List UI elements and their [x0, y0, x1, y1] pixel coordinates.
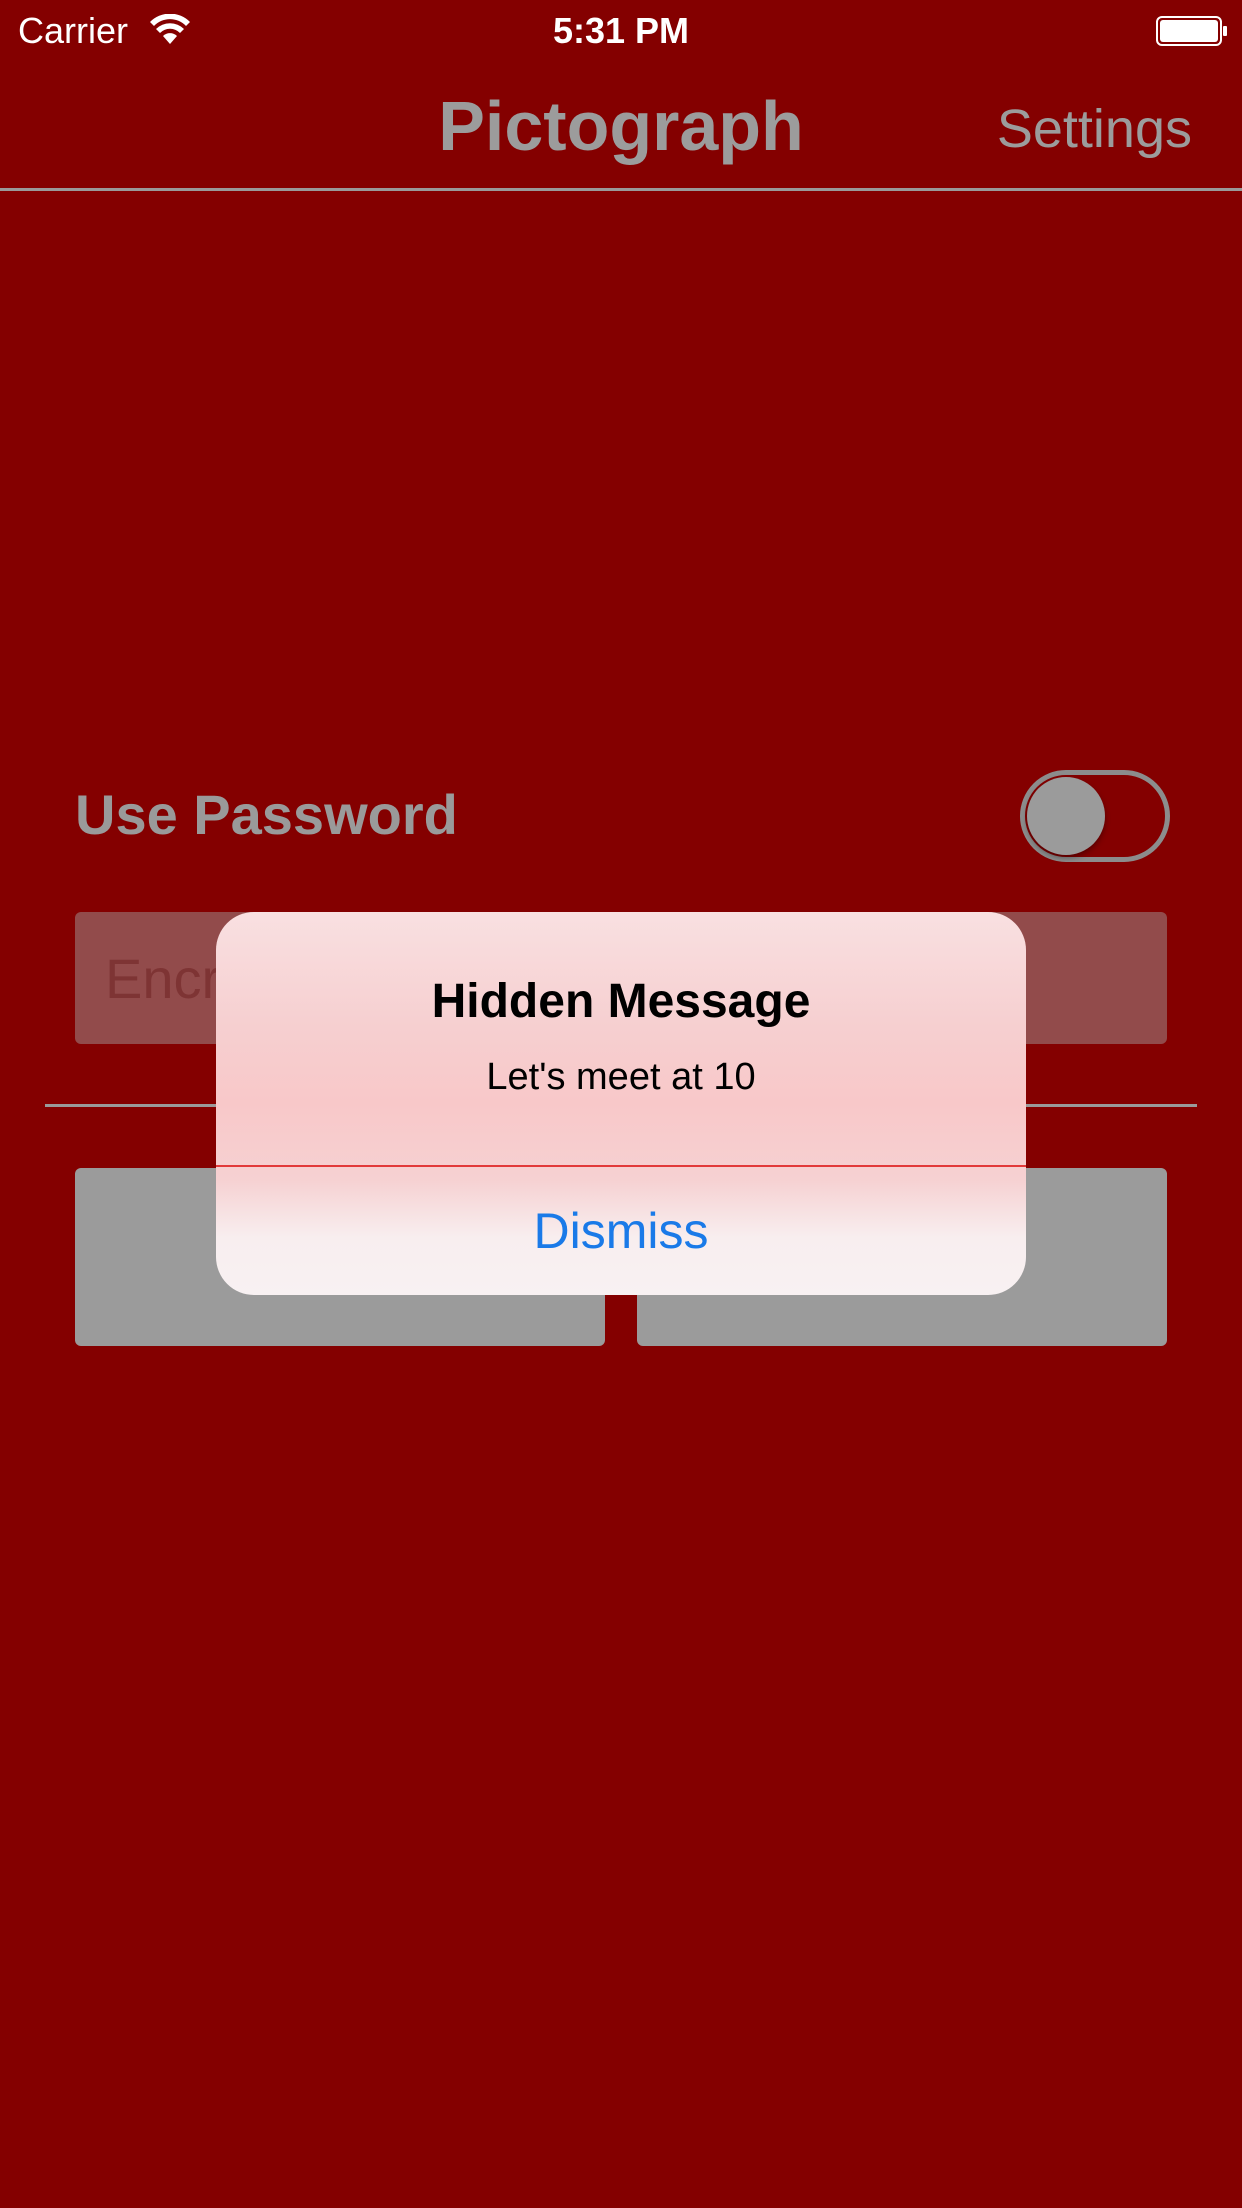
settings-button[interactable]: Settings [997, 98, 1192, 160]
use-password-label: Use Password [75, 783, 458, 846]
status-bar: Carrier 5:31 PM [0, 0, 1242, 60]
dismiss-button[interactable]: Dismiss [216, 1167, 1026, 1295]
status-time: 5:31 PM [552, 10, 690, 51]
use-password-toggle[interactable] [1020, 770, 1170, 862]
alert-dialog: Hidden Message Let's meet at 10 Dismiss [216, 912, 1026, 1295]
alert-message: Let's meet at 10 [486, 1056, 756, 1098]
toggle-knob [1027, 777, 1105, 855]
battery-icon [1156, 16, 1227, 46]
navigation-bar: Pictograph Settings [0, 60, 1242, 191]
alert-title: Hidden Message [431, 975, 811, 1028]
